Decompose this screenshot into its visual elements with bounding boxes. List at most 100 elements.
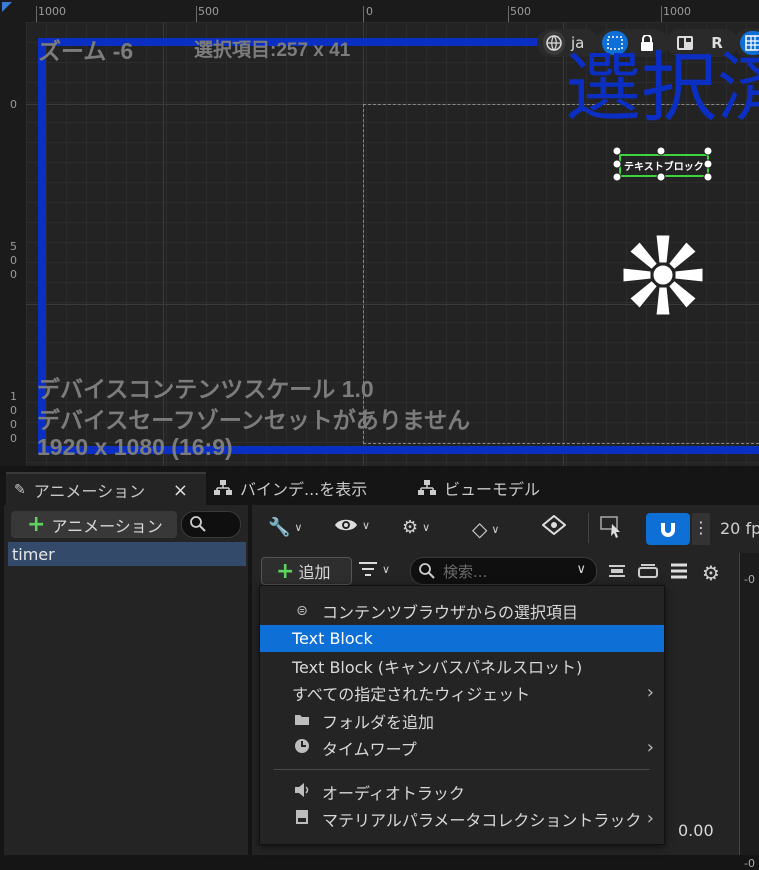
tab-bindings[interactable]: バインデ...を表示	[214, 472, 404, 504]
menu-item-add-folder[interactable]: フォルダを追加	[260, 707, 664, 734]
wrench-icon: 🔧	[268, 517, 291, 538]
search-placeholder: 検索...	[443, 563, 488, 581]
menu-item-text-block-slot[interactable]: Text Block (キャンバスパネルスロット)	[260, 652, 664, 679]
animation-name: timer	[12, 544, 55, 564]
ruler-label: 500	[198, 5, 219, 18]
hierarchy-icon	[418, 480, 436, 495]
collapse-icon	[609, 565, 625, 577]
menu-item-material-parameter-track[interactable]: マテリアルパラメータコレクショントラック ›	[260, 805, 664, 832]
keyframe-options-button[interactable]: ◇ ∨	[472, 517, 499, 541]
plus-icon: +	[276, 558, 295, 584]
designer-viewport[interactable]: 1000 500 0 500 1000 0 5 0 0 1 0 0 0 ズーム …	[0, 0, 759, 466]
menu-item-label: フォルダを追加	[322, 712, 435, 732]
snap-button[interactable]	[646, 513, 690, 545]
select-tool-button[interactable]	[600, 515, 624, 539]
menu-item-audio-track[interactable]: オーディオトラック	[260, 778, 664, 805]
time-readout[interactable]: 0.00	[678, 821, 714, 840]
menu-item-content-browser[interactable]: ⊜ コンテンツブラウザからの選択項目	[260, 597, 664, 624]
chevron-right-icon: ›	[646, 682, 654, 703]
globe-icon[interactable]	[543, 31, 565, 55]
cursor-icon	[600, 516, 620, 538]
ruler-corner	[0, 0, 26, 22]
pencil-icon: ✎	[14, 482, 26, 498]
magnet-icon	[661, 523, 675, 537]
list-view-button[interactable]	[670, 563, 688, 579]
ruler-label: 0	[10, 418, 17, 431]
key-icon	[542, 515, 566, 535]
ruler-label: 0	[366, 5, 373, 18]
search-icon	[190, 516, 206, 532]
animation-list-panel: + アニメーション timer	[4, 505, 248, 855]
tab-animation[interactable]: ✎ アニメーション ×	[6, 472, 206, 506]
content-browser-icon: ⊜	[296, 602, 308, 619]
menu-item-label: オーディオトラック	[322, 783, 465, 803]
menu-item-label: Text Block (キャンバスパネルスロット)	[292, 657, 583, 677]
ruler-label: 0	[10, 404, 17, 417]
ruler-label: 0	[10, 268, 17, 281]
key-button[interactable]	[542, 515, 566, 535]
menu-item-label: マテリアルパラメータコレクショントラック	[322, 810, 642, 830]
corner-triangle-icon	[2, 2, 12, 12]
fps-label[interactable]: 20 fp	[720, 519, 759, 538]
chevron-down-icon: ∨	[382, 562, 391, 576]
playback-options-button[interactable]: ⚙ ∨	[402, 517, 430, 538]
expand-button[interactable]	[638, 563, 658, 579]
ruler-label: 500	[510, 5, 531, 18]
list-item[interactable]: timer	[8, 542, 246, 566]
gear-play-icon: ⚙	[402, 517, 419, 538]
add-track-button[interactable]: + 追加	[261, 557, 352, 585]
selection-handles[interactable]	[612, 146, 714, 182]
timeline-strip[interactable]: -0 -0	[739, 553, 759, 870]
add-track-label: 追加	[298, 563, 331, 582]
anchor-icon[interactable]	[622, 234, 704, 316]
track-search-input[interactable]: 検索... ∨	[410, 557, 597, 585]
zoom-label: ズーム -6	[38, 38, 134, 64]
big-text-widget[interactable]: 選択済	[565, 50, 759, 126]
settings-button[interactable]: ⚙	[702, 561, 720, 585]
ruler-label: 5	[10, 240, 17, 253]
ruler-label: 0	[10, 432, 17, 445]
ruler-top: 1000 500 0 500 1000	[26, 0, 759, 23]
chevron-down-icon: ∨	[422, 521, 431, 534]
search-icon	[419, 563, 435, 579]
tab-label: アニメーション	[33, 482, 146, 501]
chevron-down-icon: ∨	[576, 562, 586, 577]
folder-icon	[292, 712, 312, 730]
menu-item-label: すべての指定されたウィジェット	[292, 684, 531, 704]
filter-icon	[359, 562, 377, 576]
tab-viewmodel[interactable]: ビューモデル	[418, 472, 568, 504]
ruler-left: 0 5 0 0 1 0 0 0	[0, 22, 27, 466]
list-icon	[671, 563, 687, 579]
more-options-icon[interactable]: ⋮	[692, 513, 710, 545]
menu-item-text-block[interactable]: Text Block	[260, 625, 664, 652]
selection-size-label: 選択項目:257 x 41	[194, 40, 351, 61]
filter-button[interactable]: ∨	[358, 561, 390, 577]
ruler-label: 0	[10, 254, 17, 267]
tab-label: バインデ...を表示	[240, 480, 368, 499]
ruler-label: 1000	[663, 5, 691, 18]
keyframe-icon: ◇	[472, 517, 488, 541]
add-animation-label: アニメーション	[51, 516, 163, 536]
animation-search-input[interactable]	[181, 511, 241, 538]
timeline-tick: -0	[744, 857, 755, 870]
content-scale-label: デバイスコンテンツスケール 1.0	[37, 376, 374, 402]
eye-icon	[335, 519, 357, 531]
tools-menu-button[interactable]: 🔧 ∨	[268, 517, 302, 538]
add-animation-button[interactable]: + アニメーション	[11, 511, 177, 538]
tab-label: ビューモデル	[444, 480, 541, 499]
ruler-label: 0	[10, 98, 17, 111]
chevron-down-icon: ∨	[491, 522, 500, 536]
chevron-down-icon: ∨	[362, 518, 371, 532]
close-icon[interactable]: ×	[173, 480, 188, 501]
ruler-label: 1000	[38, 5, 66, 18]
menu-item-time-warp[interactable]: タイムワープ ›	[260, 734, 664, 761]
speaker-icon	[292, 782, 312, 801]
hierarchy-icon	[214, 480, 232, 495]
menu-item-all-widgets[interactable]: すべての指定されたウィジェット ›	[260, 679, 664, 706]
chevron-down-icon: ∨	[294, 521, 303, 534]
collapse-button[interactable]	[608, 563, 626, 579]
menu-item-label: コンテンツブラウザからの選択項目	[322, 602, 579, 622]
view-options-button[interactable]: ∨	[334, 517, 370, 533]
menu-item-label: Text Block	[292, 629, 373, 648]
menu-divider	[274, 769, 650, 770]
